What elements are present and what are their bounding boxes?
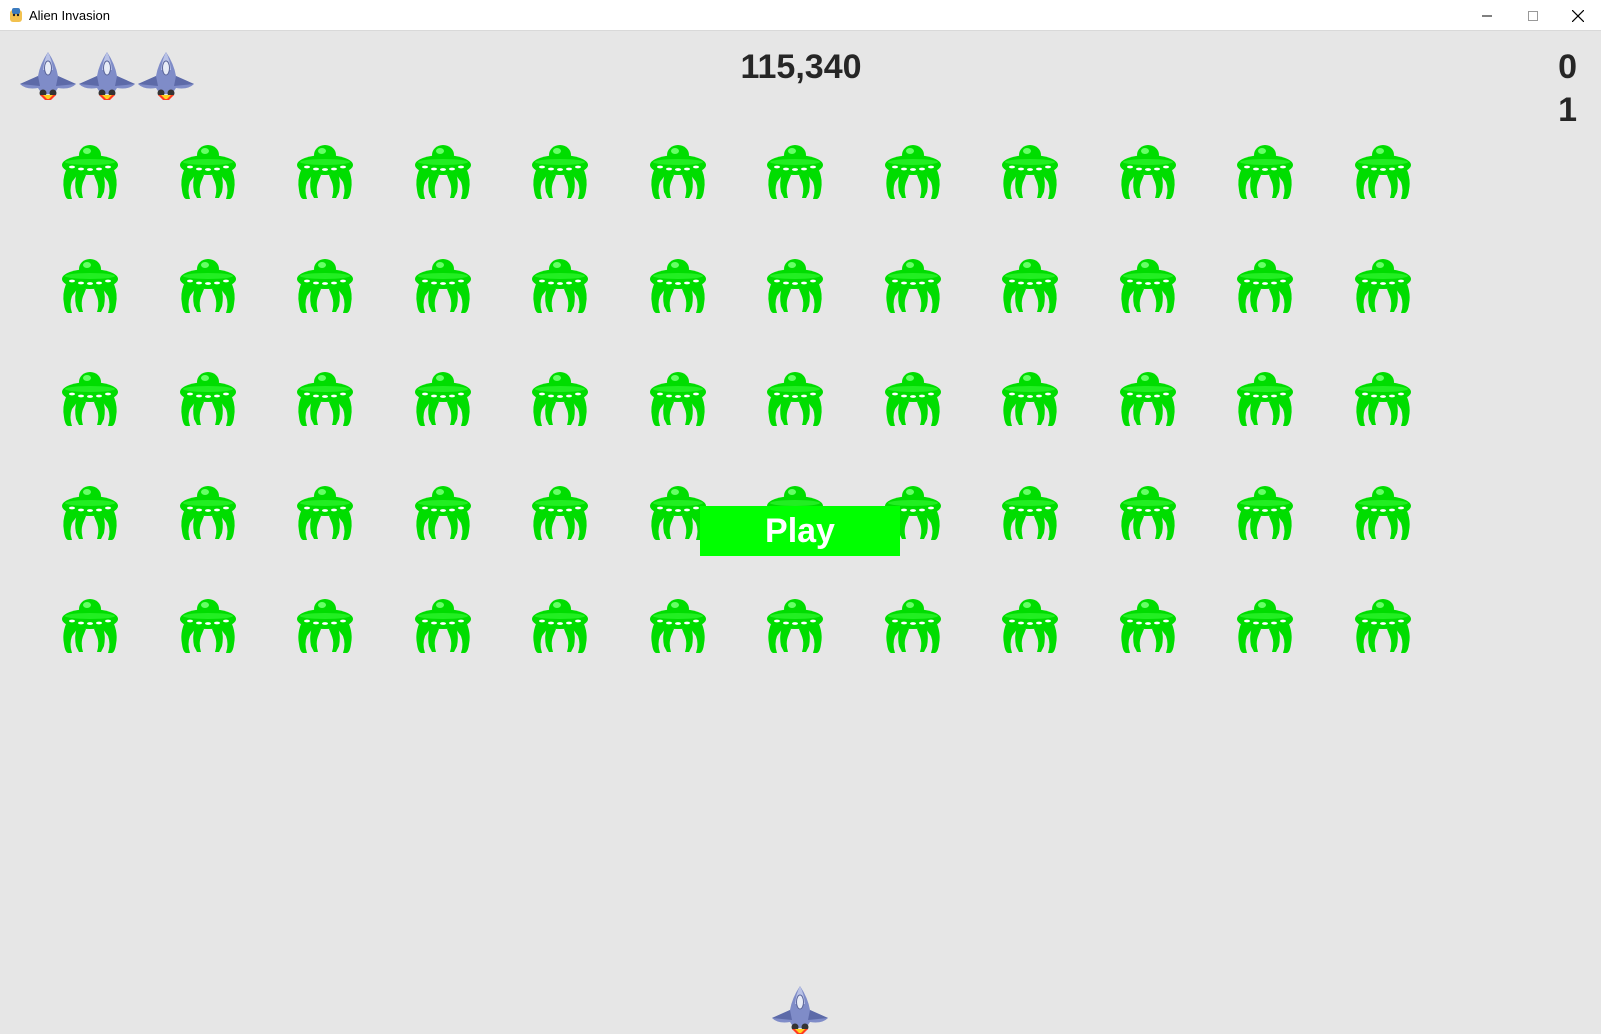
alien-ufo-icon bbox=[765, 256, 825, 314]
alien-ufo-icon bbox=[178, 596, 238, 654]
alien-ufo-icon bbox=[1000, 596, 1060, 654]
alien-ufo-icon bbox=[765, 369, 825, 427]
alien-ufo-icon bbox=[1235, 142, 1295, 200]
alien-ufo-icon bbox=[295, 256, 355, 314]
alien-ufo-icon bbox=[60, 369, 120, 427]
alien-ufo-icon bbox=[178, 142, 238, 200]
alien-ufo-icon bbox=[178, 483, 238, 541]
alien-ufo-icon bbox=[530, 596, 590, 654]
alien-ufo-icon bbox=[1353, 369, 1413, 427]
alien-ufo-icon bbox=[295, 142, 355, 200]
close-button[interactable] bbox=[1555, 0, 1601, 31]
alien-ufo-icon bbox=[1118, 142, 1178, 200]
alien-ufo-icon bbox=[1235, 483, 1295, 541]
alien-ufo-icon bbox=[1235, 596, 1295, 654]
alien-ufo-icon bbox=[413, 256, 473, 314]
alien-ufo-icon bbox=[530, 369, 590, 427]
alien-ufo-icon bbox=[1000, 369, 1060, 427]
alien-ufo-icon bbox=[60, 142, 120, 200]
alien-ufo-icon bbox=[765, 142, 825, 200]
alien-fleet bbox=[0, 31, 1601, 731]
alien-ufo-icon bbox=[1118, 369, 1178, 427]
play-button[interactable]: Play bbox=[700, 506, 900, 556]
alien-ufo-icon bbox=[1353, 483, 1413, 541]
alien-ufo-icon bbox=[413, 483, 473, 541]
alien-ufo-icon bbox=[648, 142, 708, 200]
maximize-button[interactable] bbox=[1510, 0, 1556, 31]
alien-ufo-icon bbox=[648, 483, 708, 541]
alien-ufo-icon bbox=[1353, 256, 1413, 314]
alien-ufo-icon bbox=[1235, 256, 1295, 314]
minimize-button[interactable] bbox=[1464, 0, 1510, 31]
alien-ufo-icon bbox=[648, 369, 708, 427]
alien-ufo-icon bbox=[648, 256, 708, 314]
alien-ufo-icon bbox=[883, 369, 943, 427]
alien-ufo-icon bbox=[530, 483, 590, 541]
alien-ufo-icon bbox=[295, 483, 355, 541]
window-title: Alien Invasion bbox=[29, 8, 110, 23]
alien-ufo-icon bbox=[178, 369, 238, 427]
alien-ufo-icon bbox=[648, 596, 708, 654]
maximize-icon bbox=[1528, 10, 1538, 21]
minimize-icon bbox=[1482, 15, 1492, 16]
alien-ufo-icon bbox=[413, 142, 473, 200]
alien-ufo-icon bbox=[295, 369, 355, 427]
title-bar: Alien Invasion bbox=[0, 0, 1601, 31]
alien-ufo-icon bbox=[765, 596, 825, 654]
alien-ufo-icon bbox=[1235, 369, 1295, 427]
game-screen: 115,340 0 1 Play bbox=[0, 31, 1601, 1032]
alien-ufo-icon bbox=[60, 483, 120, 541]
alien-ufo-icon bbox=[60, 596, 120, 654]
alien-ufo-icon bbox=[1000, 142, 1060, 200]
alien-ufo-icon bbox=[413, 369, 473, 427]
alien-ufo-icon bbox=[1118, 483, 1178, 541]
alien-ufo-icon bbox=[60, 256, 120, 314]
alien-ufo-icon bbox=[1353, 596, 1413, 654]
alien-ufo-icon bbox=[530, 256, 590, 314]
alien-ufo-icon bbox=[883, 256, 943, 314]
alien-ufo-icon bbox=[1000, 256, 1060, 314]
alien-ufo-icon bbox=[883, 596, 943, 654]
alien-ufo-icon bbox=[883, 142, 943, 200]
alien-ufo-icon bbox=[1353, 142, 1413, 200]
alien-ufo-icon bbox=[1118, 596, 1178, 654]
alien-ufo-icon bbox=[413, 596, 473, 654]
alien-ufo-icon bbox=[295, 596, 355, 654]
alien-ufo-icon bbox=[1000, 483, 1060, 541]
alien-ufo-icon bbox=[1118, 256, 1178, 314]
alien-ufo-icon bbox=[178, 256, 238, 314]
close-icon bbox=[1572, 9, 1584, 22]
alien-ufo-icon bbox=[530, 142, 590, 200]
pygame-snake-icon bbox=[10, 8, 22, 22]
player-ship-icon bbox=[770, 984, 830, 1034]
